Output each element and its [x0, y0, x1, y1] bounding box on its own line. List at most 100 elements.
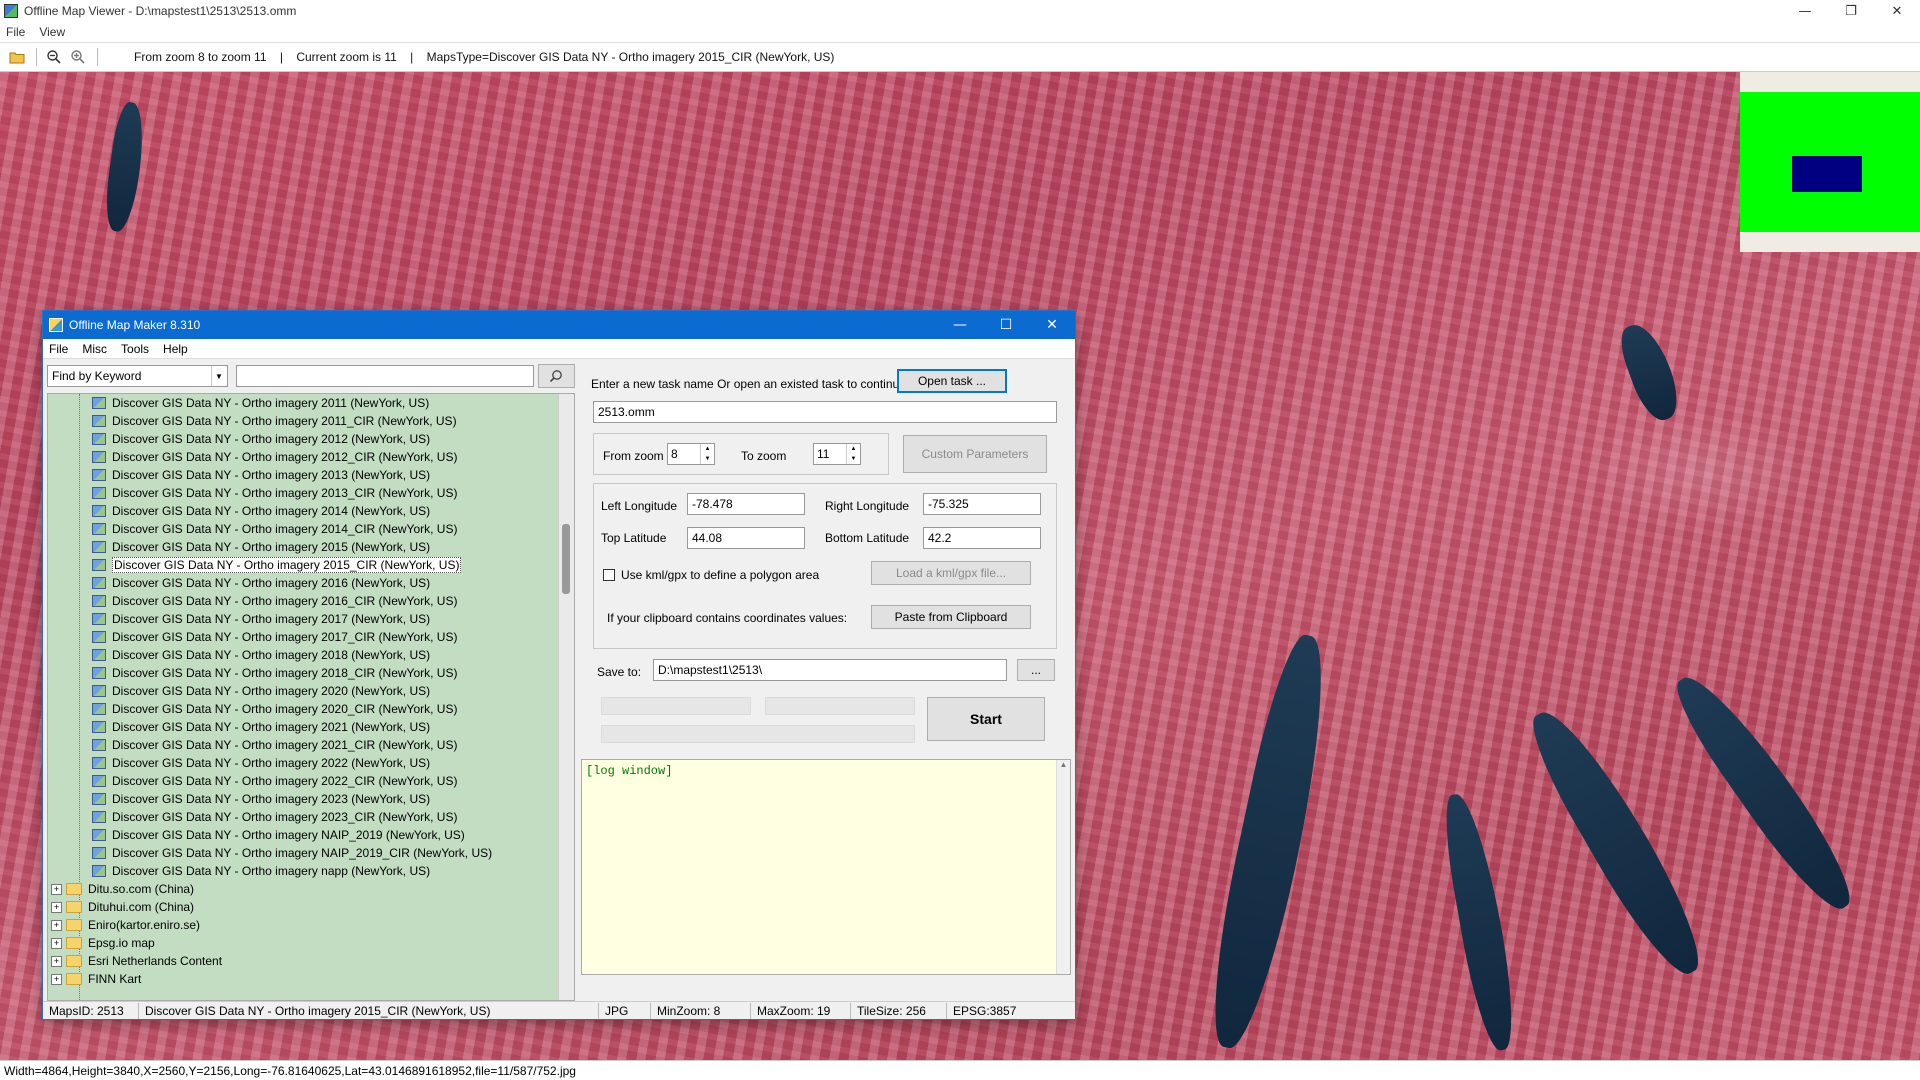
viewer-minimize-button[interactable]: —	[1782, 0, 1828, 22]
minimap[interactable]	[1740, 72, 1920, 252]
tree-item-folder[interactable]: + Dituhui.com (China)	[48, 898, 574, 916]
tree-item-map-source[interactable]: Discover GIS Data NY - Ortho imagery NAI…	[48, 826, 574, 844]
tree-item-map-source[interactable]: Discover GIS Data NY - Ortho imagery 201…	[48, 466, 574, 484]
viewer-restore-button[interactable]: ❐	[1828, 0, 1874, 22]
bottom-latitude-input[interactable]	[923, 527, 1041, 549]
paste-clipboard-button[interactable]: Paste from Clipboard	[871, 605, 1031, 629]
kml-polygon-checkbox[interactable]	[603, 569, 615, 581]
tree-item-map-source[interactable]: Discover GIS Data NY - Ortho imagery 201…	[48, 574, 574, 592]
maker-close-button[interactable]: ✕	[1029, 311, 1075, 339]
tree-item-map-source[interactable]: Discover GIS Data NY - Ortho imagery 201…	[48, 592, 574, 610]
maker-titlebar[interactable]: Offline Map Maker 8.310 — ☐ ✕	[43, 311, 1075, 339]
map-tile-icon	[92, 595, 106, 607]
viewer-menu-view[interactable]: View	[39, 25, 65, 39]
tree-item-map-source[interactable]: Discover GIS Data NY - Ortho imagery 201…	[48, 448, 574, 466]
tree-item-map-source[interactable]: Discover GIS Data NY - Ortho imagery 201…	[48, 394, 574, 412]
search-mode-select[interactable]: Find by Keyword ▼	[47, 365, 228, 387]
open-folder-icon[interactable]	[6, 46, 28, 68]
folder-icon	[66, 937, 82, 949]
tree-item-map-source[interactable]: Discover GIS Data NY - Ortho imagery 202…	[48, 700, 574, 718]
zoom-out-icon[interactable]	[43, 46, 65, 68]
spinner-arrows-icon[interactable]: ▲ ▼	[846, 444, 860, 464]
maker-menu-misc[interactable]: Misc	[82, 342, 107, 356]
right-longitude-input[interactable]	[923, 493, 1041, 515]
search-row: Find by Keyword ▼	[47, 363, 576, 389]
top-latitude-input[interactable]	[687, 527, 805, 549]
map-source-tree[interactable]: Discover GIS Data NY - Ortho imagery 201…	[47, 393, 575, 1001]
task-name-input[interactable]	[593, 401, 1057, 423]
maker-menu-file[interactable]: File	[49, 342, 68, 356]
tree-item-label: Discover GIS Data NY - Ortho imagery 201…	[112, 468, 431, 482]
load-kml-button[interactable]: Load a kml/gpx file...	[871, 561, 1031, 585]
progress-bar-3	[601, 725, 915, 743]
tree-item-label: Discover GIS Data NY - Ortho imagery 201…	[112, 396, 430, 410]
tree-item-folder[interactable]: + FINN Kart	[48, 970, 574, 988]
start-button[interactable]: Start	[927, 697, 1045, 741]
tree-item-map-source[interactable]: Discover GIS Data NY - Ortho imagery 202…	[48, 682, 574, 700]
zoom-in-icon[interactable]	[67, 46, 89, 68]
tree-folder-label: Epsg.io map	[88, 936, 155, 950]
maker-minimize-button[interactable]: —	[937, 311, 983, 339]
status-min-zoom: MinZoom: 8	[651, 1002, 751, 1019]
viewer-menu-file[interactable]: File	[6, 25, 25, 39]
tree-folder-label: Eniro(kartor.eniro.se)	[88, 918, 201, 932]
tree-item-map-source[interactable]: Discover GIS Data NY - Ortho imagery 202…	[48, 808, 574, 826]
maker-app-icon	[49, 318, 63, 332]
minimap-viewport[interactable]	[1792, 156, 1862, 192]
tree-item-map-source[interactable]: Discover GIS Data NY - Ortho imagery nap…	[48, 862, 574, 880]
tree-item-map-source[interactable]: Discover GIS Data NY - Ortho imagery 201…	[48, 412, 574, 430]
tree-item-map-source[interactable]: Discover GIS Data NY - Ortho imagery 201…	[48, 430, 574, 448]
info-separator: |	[279, 50, 283, 64]
to-zoom-spinner[interactable]: 11 ▲ ▼	[813, 443, 861, 465]
tree-item-label: Discover GIS Data NY - Ortho imagery 202…	[112, 774, 458, 788]
tree-item-map-source[interactable]: Discover GIS Data NY - Ortho imagery 201…	[48, 538, 574, 556]
tree-item-map-source[interactable]: Discover GIS Data NY - Ortho imagery 202…	[48, 790, 574, 808]
tree-item-folder[interactable]: + Eniro(kartor.eniro.se)	[48, 916, 574, 934]
tree-item-map-source[interactable]: Discover GIS Data NY - Ortho imagery 201…	[48, 520, 574, 538]
tree-item-folder[interactable]: + Ditu.so.com (China)	[48, 880, 574, 898]
tree-item-map-source[interactable]: Discover GIS Data NY - Ortho imagery NAI…	[48, 844, 574, 862]
tree-item-folder[interactable]: + Epsg.io map	[48, 934, 574, 952]
map-tile-icon	[92, 739, 106, 751]
from-zoom-spinner[interactable]: 8 ▲ ▼	[667, 443, 715, 465]
maker-maximize-button[interactable]: ☐	[983, 311, 1029, 339]
tree-item-map-source[interactable]: Discover GIS Data NY - Ortho imagery 202…	[48, 718, 574, 736]
browse-button[interactable]: ...	[1017, 659, 1055, 681]
tree-scrollbar[interactable]	[558, 394, 574, 1000]
status-tile-size: TileSize: 256	[851, 1002, 947, 1019]
tree-item-folder[interactable]: + Esri Netherlands Content	[48, 952, 574, 970]
search-button[interactable]	[537, 364, 576, 388]
maker-menu-tools[interactable]: Tools	[121, 342, 149, 356]
tree-scrollbar-thumb[interactable]	[562, 524, 570, 594]
folder-icon	[66, 883, 82, 895]
viewer-close-button[interactable]: ✕	[1874, 0, 1920, 22]
tree-item-map-source[interactable]: Discover GIS Data NY - Ortho imagery 202…	[48, 772, 574, 790]
open-task-button[interactable]: Open task ...	[897, 369, 1007, 393]
expand-icon[interactable]: +	[51, 955, 62, 967]
map-tile-icon	[92, 829, 106, 841]
chevron-down-icon[interactable]: ▼	[210, 366, 227, 386]
keyword-input[interactable]	[235, 365, 534, 387]
left-longitude-input[interactable]	[687, 493, 805, 515]
right-longitude-label: Right Longitude	[825, 499, 910, 513]
maker-menu-help[interactable]: Help	[163, 342, 188, 356]
tree-item-map-source[interactable]: Discover GIS Data NY - Ortho imagery 201…	[48, 664, 574, 682]
tree-item-map-source[interactable]: Discover GIS Data NY - Ortho imagery 201…	[48, 646, 574, 664]
save-path-input[interactable]	[653, 659, 1007, 681]
tree-item-map-source[interactable]: Discover GIS Data NY - Ortho imagery 202…	[48, 754, 574, 772]
tree-item-map-source[interactable]: Discover GIS Data NY - Ortho imagery 201…	[48, 484, 574, 502]
log-window[interactable]: [log window] ▲	[581, 759, 1071, 975]
expand-icon[interactable]: +	[51, 973, 62, 985]
spinner-arrows-icon[interactable]: ▲ ▼	[700, 444, 714, 464]
log-scrollbar[interactable]: ▲	[1056, 760, 1070, 974]
expand-icon[interactable]: +	[51, 937, 62, 949]
expand-icon[interactable]: +	[51, 901, 62, 913]
tree-item-map-source[interactable]: Discover GIS Data NY - Ortho imagery 201…	[48, 628, 574, 646]
tree-item-map-source[interactable]: Discover GIS Data NY - Ortho imagery 201…	[48, 502, 574, 520]
tree-item-map-source[interactable]: Discover GIS Data NY - Ortho imagery 202…	[48, 736, 574, 754]
tree-item-map-source[interactable]: Discover GIS Data NY - Ortho imagery 201…	[48, 610, 574, 628]
expand-icon[interactable]: +	[51, 883, 62, 895]
expand-icon[interactable]: +	[51, 919, 62, 931]
tree-item-map-source[interactable]: Discover GIS Data NY - Ortho imagery 201…	[48, 556, 574, 574]
custom-parameters-button[interactable]: Custom Parameters	[903, 435, 1047, 473]
